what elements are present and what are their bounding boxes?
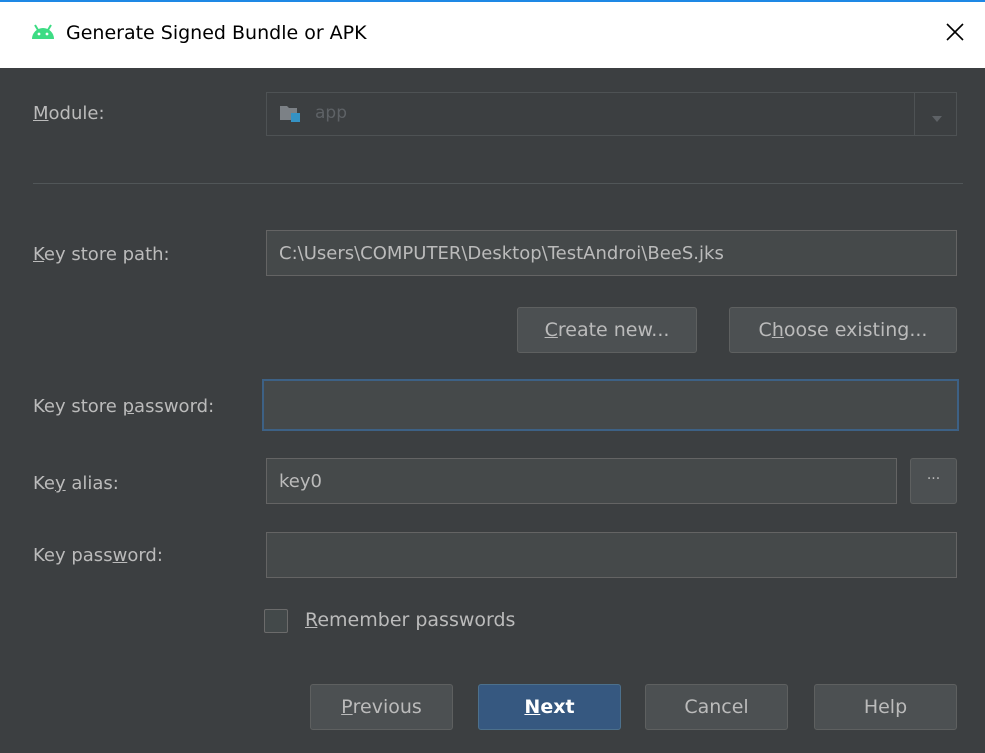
next-button[interactable]: Next [478, 684, 621, 730]
title-bar: Generate Signed Bundle or APK [0, 0, 985, 68]
help-button[interactable]: Help [814, 684, 957, 730]
keystore-password-field[interactable] [262, 379, 959, 431]
remember-passwords-checkbox[interactable] [264, 609, 288, 633]
combo-divider [914, 93, 915, 135]
remember-passwords-label[interactable]: Remember passwords [305, 609, 515, 631]
key-alias-browse-button[interactable]: ... [910, 458, 957, 504]
keystore-password-label: Key store password: [33, 396, 215, 417]
key-alias-field[interactable]: key0 [266, 458, 897, 504]
create-new-button[interactable]: Create new... [517, 307, 697, 353]
folder-module-icon [279, 104, 303, 128]
choose-existing-button[interactable]: Ch oose existing... [729, 307, 957, 353]
section-separator [33, 183, 963, 184]
key-password-label: Key password: [33, 545, 163, 566]
keystore-path-field[interactable]: C:\Users\COMPUTER\Desktop\TestAndroi\Bee… [266, 230, 957, 276]
android-icon [30, 24, 56, 44]
chevron-down-icon[interactable] [930, 109, 944, 128]
close-button[interactable] [939, 16, 971, 48]
keystore-path-value: C:\Users\COMPUTER\Desktop\TestAndroi\Bee… [279, 242, 724, 264]
cancel-button[interactable]: Cancel [645, 684, 788, 730]
module-select[interactable]: app [266, 92, 957, 136]
module-value: app [315, 103, 347, 123]
keystore-path-label: Key store path: [33, 244, 170, 265]
module-label: Module: [33, 103, 105, 124]
key-password-field[interactable] [266, 532, 957, 578]
previous-button[interactable]: Previous [310, 684, 453, 730]
window-title: Generate Signed Bundle or APK [66, 22, 367, 44]
close-icon [946, 23, 964, 41]
key-alias-label: Key alias: [33, 473, 119, 494]
key-alias-value: key0 [279, 470, 322, 492]
